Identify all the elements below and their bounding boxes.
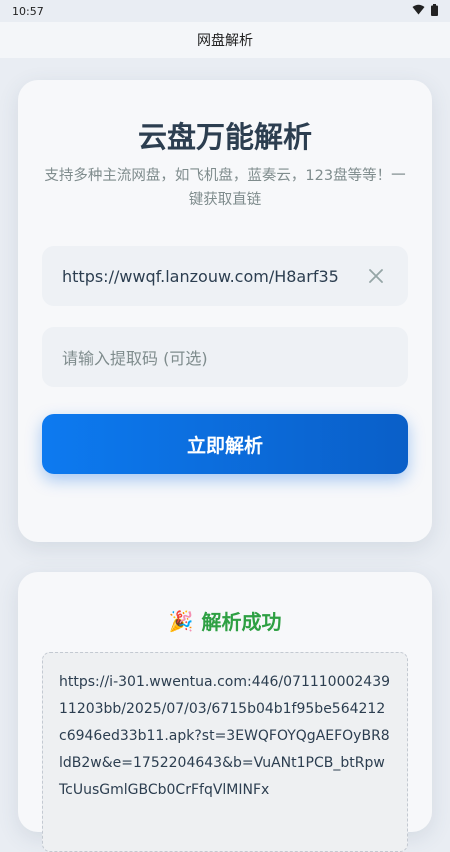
url-input-value[interactable]: https://wwqf.lanzouw.com/H8arf35 — [62, 267, 364, 286]
status-icons — [412, 3, 438, 19]
parser-title: 云盘万能解析 — [137, 120, 312, 154]
success-text: 解析成功 — [201, 610, 282, 634]
battery-icon — [431, 3, 438, 19]
status-time: 10:57 — [12, 4, 44, 18]
wifi-icon — [412, 4, 425, 18]
parse-button[interactable]: 立即解析 — [42, 414, 408, 474]
success-status: 🎉 解析成功 — [18, 606, 432, 635]
extract-code-input[interactable]: 请输入提取码 (可选) — [42, 327, 408, 387]
result-link[interactable]: https://i-301.wwentua.com:446/0711100024… — [42, 652, 408, 852]
parser-subtitle: 支持多种主流网盘，如飞机盘，蓝奏云，123盘等等！一键获取直链 — [44, 168, 406, 208]
extract-code-placeholder: 请输入提取码 (可选) — [62, 349, 208, 368]
app-title: 网盘解析 — [197, 33, 253, 49]
status-bar: 10:57 — [0, 0, 450, 22]
parser-card: 云盘万能解析 支持多种主流网盘，如飞机盘，蓝奏云，123盘等等！一键获取直链 h… — [18, 80, 432, 542]
party-popper-icon: 🎉 — [168, 608, 194, 633]
app-bar: 网盘解析 — [0, 22, 450, 58]
result-card: 🎉 解析成功 https://i-301.wwentua.com:446/071… — [18, 572, 432, 852]
url-input[interactable]: https://wwqf.lanzouw.com/H8arf35 — [42, 246, 408, 306]
clear-icon[interactable] — [364, 264, 388, 288]
